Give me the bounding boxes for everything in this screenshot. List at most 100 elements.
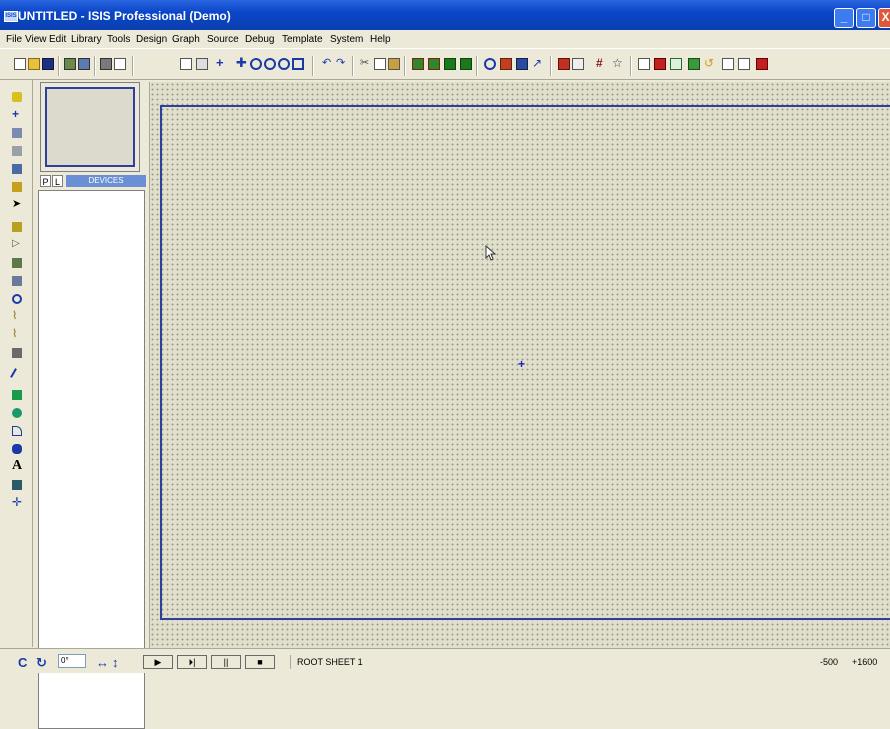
arc-tool-icon[interactable] [12, 426, 22, 436]
zoom-area-icon[interactable] [292, 58, 304, 70]
text-tool-icon[interactable]: A [12, 459, 22, 473]
menu-view[interactable]: View [25, 34, 47, 45]
import-section-icon[interactable] [64, 58, 76, 70]
box-tool-icon[interactable] [12, 390, 22, 400]
new-file-icon[interactable] [14, 58, 26, 70]
terminal-icon[interactable] [12, 222, 22, 232]
search-tag-icon[interactable]: # [596, 57, 608, 70]
graph-icon[interactable] [12, 258, 22, 268]
path-tool-icon[interactable] [12, 444, 22, 454]
export-section-icon[interactable] [78, 58, 90, 70]
open-folder-icon[interactable] [28, 58, 40, 70]
copy-icon[interactable] [374, 58, 386, 70]
selection-arrow-icon[interactable]: ➤ [12, 199, 22, 210]
menu-library[interactable]: Library [71, 34, 102, 45]
menu-graph[interactable]: Graph [172, 34, 200, 45]
menu-design[interactable]: Design [136, 34, 167, 45]
menu-edit[interactable]: Edit [49, 34, 66, 45]
menu-source[interactable]: Source [207, 34, 239, 45]
step-button[interactable]: ⏵| [177, 655, 207, 669]
bill-of-materials-icon[interactable] [756, 58, 768, 70]
block-delete-icon[interactable] [460, 58, 472, 70]
wire-autorouter-icon[interactable] [558, 58, 570, 70]
overview-window[interactable] [40, 82, 140, 172]
origin-marker: + [518, 357, 526, 371]
toolbar-separator [312, 56, 314, 76]
view-bom-icon[interactable] [688, 58, 700, 70]
menu-template[interactable]: Template [282, 34, 323, 45]
minimize-button[interactable]: _ [834, 8, 854, 28]
zoom-out-icon[interactable] [264, 58, 276, 70]
close-button[interactable]: X [878, 8, 890, 28]
line-tool-icon[interactable] [10, 368, 24, 382]
block-rotate-icon[interactable] [444, 58, 456, 70]
toolbar-separator [132, 56, 134, 76]
junction-dot-icon[interactable]: + [12, 108, 22, 120]
symbol-tool-icon[interactable] [12, 480, 22, 490]
bus-icon[interactable] [12, 164, 22, 174]
netlist-icon[interactable] [722, 58, 734, 70]
play-button[interactable]: ▶ [143, 655, 173, 669]
mirror-vertical-icon[interactable]: ↕ [112, 655, 119, 670]
device-pin-icon[interactable]: ▷ [12, 239, 22, 250]
cut-icon[interactable]: ✂ [360, 58, 372, 70]
menu-system[interactable]: System [330, 34, 363, 45]
menu-tools[interactable]: Tools [107, 34, 130, 45]
stop-button[interactable]: ■ [245, 655, 275, 669]
marker-tool-icon[interactable]: ✛ [12, 496, 22, 508]
subcircuit-icon[interactable] [12, 182, 22, 192]
library-manager-button[interactable]: L [52, 175, 63, 187]
tape-recorder-icon[interactable] [12, 276, 22, 286]
schematic-canvas[interactable]: + [149, 82, 890, 648]
packaging-tool-icon[interactable] [516, 58, 528, 70]
decompose-icon[interactable]: ↗ [532, 57, 544, 70]
exit-to-parent-icon[interactable] [670, 58, 682, 70]
print-icon[interactable] [100, 58, 112, 70]
save-icon[interactable] [42, 58, 54, 70]
block-copy-icon[interactable] [412, 58, 424, 70]
toolbar-separator [404, 56, 406, 76]
block-move-icon[interactable] [428, 58, 440, 70]
virtual-instruments-icon[interactable] [12, 348, 22, 358]
pan-icon[interactable]: ✚ [236, 56, 248, 70]
voltage-probe-icon[interactable]: ⌇ [12, 311, 22, 322]
current-probe-icon[interactable]: ⌇ [12, 329, 22, 340]
redraw-icon[interactable] [180, 58, 192, 70]
electrical-check-icon[interactable]: ↺ [704, 57, 716, 70]
mirror-horizontal-icon[interactable]: ↔ [96, 655, 109, 670]
toolbar-separator [476, 56, 478, 76]
main-toolbar: + ✚ ↶ ↷ ✂ ↗ # ☆ ↺ [0, 48, 890, 80]
redo-icon[interactable]: ↷ [336, 58, 348, 70]
undo-icon[interactable]: ↶ [322, 58, 334, 70]
grid-icon[interactable] [196, 58, 208, 70]
remove-sheet-icon[interactable] [654, 58, 666, 70]
wire-label-icon[interactable] [12, 128, 22, 138]
rotate-anticlockwise-icon[interactable]: ↻ [36, 655, 47, 671]
coordinate-x: -500 [820, 657, 839, 667]
menu-file[interactable]: File [6, 34, 22, 45]
zoom-all-icon[interactable] [278, 58, 290, 70]
rotate-clockwise-icon[interactable]: C [18, 655, 27, 670]
pick-devices-button[interactable]: P [40, 175, 51, 187]
component-mode-icon[interactable] [12, 92, 22, 102]
title-bar[interactable]: ISIS UNTITLED - ISIS Professional (Demo)… [0, 0, 890, 30]
generator-icon[interactable] [12, 294, 22, 304]
rotation-angle-field[interactable]: 0° [58, 654, 86, 668]
make-device-icon[interactable] [500, 58, 512, 70]
pause-button[interactable]: || [211, 655, 241, 669]
paste-icon[interactable] [388, 58, 400, 70]
text-script-icon[interactable] [12, 146, 22, 156]
new-sheet-icon[interactable] [638, 58, 650, 70]
maximize-button[interactable]: □ [856, 8, 876, 28]
menu-help[interactable]: Help [370, 34, 391, 45]
circle-tool-icon[interactable] [12, 408, 22, 418]
pick-device-icon[interactable] [484, 58, 496, 70]
origin-icon[interactable]: + [216, 56, 228, 70]
auto-annotator-icon[interactable] [572, 58, 584, 70]
zoom-in-icon[interactable] [250, 58, 262, 70]
property-assignment-icon[interactable]: ☆ [612, 57, 624, 70]
ares-icon[interactable] [738, 58, 750, 70]
mark-output-area-icon[interactable] [114, 58, 126, 70]
menu-debug[interactable]: Debug [245, 34, 274, 45]
sheet-name: ROOT SHEET 1 [290, 655, 790, 669]
